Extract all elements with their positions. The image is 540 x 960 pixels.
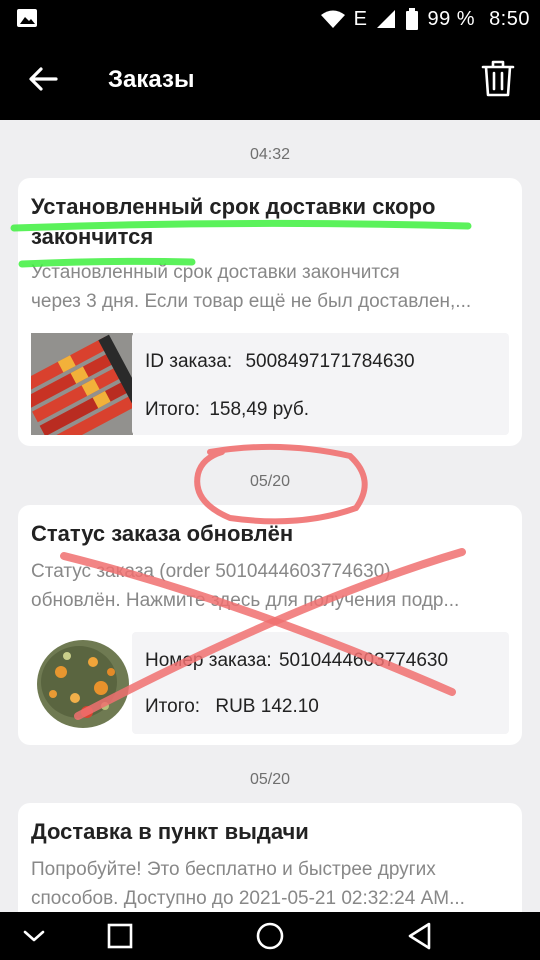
system-nav-bar [0, 912, 540, 960]
page-title: Заказы [108, 66, 195, 93]
card-title-line: Установленный срок доставки скоро [31, 194, 436, 219]
card-description-line: обновлён. Нажмите здесь для получения по… [31, 590, 460, 611]
card-description-line: через 3 дня. Если товар ещё не был доста… [31, 291, 472, 312]
notification-card-status-updated[interactable]: Статус заказа обновлён Статус заказа (or… [18, 505, 522, 745]
card-title: Установленный срок доставки скоро законч… [31, 192, 510, 252]
card-title: Доставка в пункт выдачи [31, 819, 309, 844]
clock: 8:50 [489, 7, 530, 30]
card-title-line: закончится [31, 224, 154, 249]
notification-card-delivery-deadline[interactable]: Установленный срок доставки скоро законч… [18, 178, 522, 446]
card-description-line: Установленный срок доставки закончится [31, 262, 400, 283]
order-total-row: Итого: 158,49 руб. [145, 399, 309, 421]
status-bar: E 99 % 8:50 [0, 0, 540, 38]
order-id-row: Номер заказа: 5010444603774630 [145, 650, 448, 672]
order-total-value: RUB 142.10 [215, 696, 319, 717]
card-description: Статус заказа (order 5010444603774630) о… [31, 557, 508, 615]
message-date: 05/20 [249, 771, 291, 788]
battery-level: 99 % [427, 7, 476, 30]
card-description-line: способов. Доступно до 2021-05-21 02:32:2… [31, 888, 465, 909]
image-notification-icon [17, 9, 37, 27]
chevron-down-icon[interactable] [18, 920, 50, 952]
order-total-row: Итого: RUB 142.10 [145, 696, 319, 718]
app-header: Заказы [0, 38, 540, 120]
network-type: E [353, 7, 368, 30]
wifi-icon [320, 10, 345, 28]
order-total-value: 158,49 руб. [209, 399, 309, 420]
signal-icon [377, 10, 396, 28]
card-description: Установленный срок доставки закончится ч… [31, 258, 508, 316]
card-description-line: Статус заказа (order 5010444603774630) [31, 561, 391, 582]
home-circle-icon[interactable] [254, 920, 286, 952]
order-id-label: Номер заказа: [145, 650, 272, 671]
order-id-row: ID заказа: 5008497171784630 [145, 351, 415, 373]
message-date: 04:32 [249, 146, 291, 163]
order-id-label: ID заказа: [145, 351, 233, 372]
order-total-label: Итого: [145, 696, 201, 717]
back-arrow-icon[interactable] [26, 62, 60, 96]
card-description-line: Попробуйте! Это бесплатно и быстрее друг… [31, 859, 436, 880]
battery-icon [406, 8, 419, 30]
order-id-value: 5010444603774630 [278, 650, 449, 671]
order-id-value: 5008497171784630 [245, 351, 415, 372]
message-date: 05/20 [249, 473, 291, 490]
recents-square-icon[interactable] [104, 920, 136, 952]
order-total-label: Итого: [145, 399, 201, 420]
card-description: Попробуйте! Это бесплатно и быстрее друг… [31, 855, 508, 913]
product-image-tea [31, 632, 133, 734]
card-title: Статус заказа обновлён [31, 521, 294, 546]
back-triangle-icon[interactable] [404, 920, 436, 952]
order-info-box: Номер заказа: 5010444603774630 Итого: RU… [132, 632, 509, 734]
trash-icon[interactable] [480, 58, 516, 98]
product-image-tubes [31, 333, 133, 435]
order-info-box: ID заказа: 5008497171784630 Итого: 158,4… [132, 333, 509, 435]
